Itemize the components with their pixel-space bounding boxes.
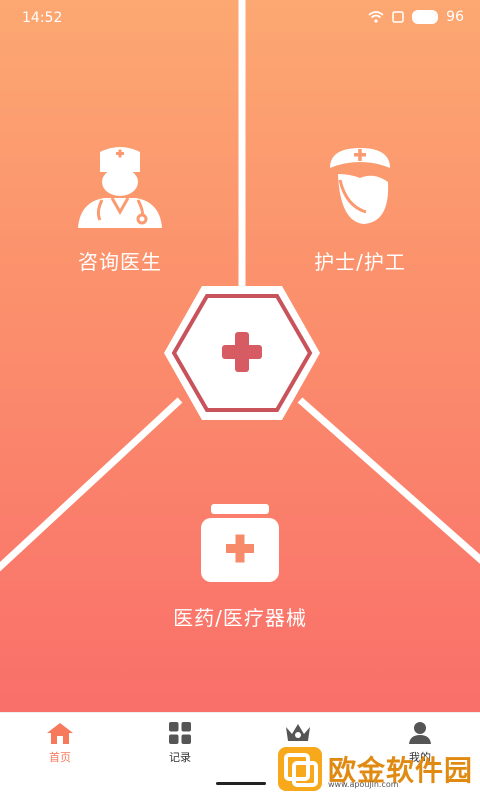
- tile-nurse-caregiver[interactable]: 护士/护工: [290, 140, 430, 275]
- tile-consult-doctor[interactable]: 咨询医生: [50, 140, 190, 275]
- nurse-icon: [330, 148, 390, 224]
- medicine-bottle-icon: [201, 504, 279, 582]
- tile-label-nurse: 护士/护工: [314, 250, 406, 274]
- user-icon: [409, 722, 431, 744]
- home-icon: [47, 723, 73, 744]
- battery-level: 96: [446, 9, 464, 25]
- watermark-url: www.apoujin.com: [328, 780, 399, 789]
- crown-icon: [286, 724, 310, 741]
- tile-label-medicine: 医药/医疗器械: [173, 606, 307, 630]
- status-time: 14:52: [22, 10, 63, 26]
- center-medical-badge[interactable]: [162, 283, 322, 423]
- site-watermark: 欧金软件园 www.apoujin.com: [278, 744, 474, 794]
- battery-icon: [412, 10, 439, 24]
- doctor-icon: [78, 147, 162, 228]
- tile-medicine-devices[interactable]: 医药/医疗器械: [150, 500, 330, 631]
- screen-icon: [392, 11, 404, 23]
- home-screen: 14:52 96 咨询医生 护士/护工 医药/医疗器械: [0, 0, 480, 712]
- tab-home[interactable]: 首页: [20, 721, 100, 765]
- tab-label-home: 首页: [49, 751, 71, 764]
- watermark-logo-icon: [278, 747, 322, 791]
- wifi-icon: [368, 11, 384, 23]
- grid-icon: [169, 722, 191, 744]
- tab-records[interactable]: 记录: [140, 721, 220, 765]
- home-indicator: [216, 782, 266, 785]
- status-bar: 14:52 96: [0, 0, 480, 36]
- tile-label-doctor: 咨询医生: [78, 250, 162, 274]
- tab-label-records: 记录: [169, 751, 191, 764]
- status-icons: 96: [368, 9, 464, 25]
